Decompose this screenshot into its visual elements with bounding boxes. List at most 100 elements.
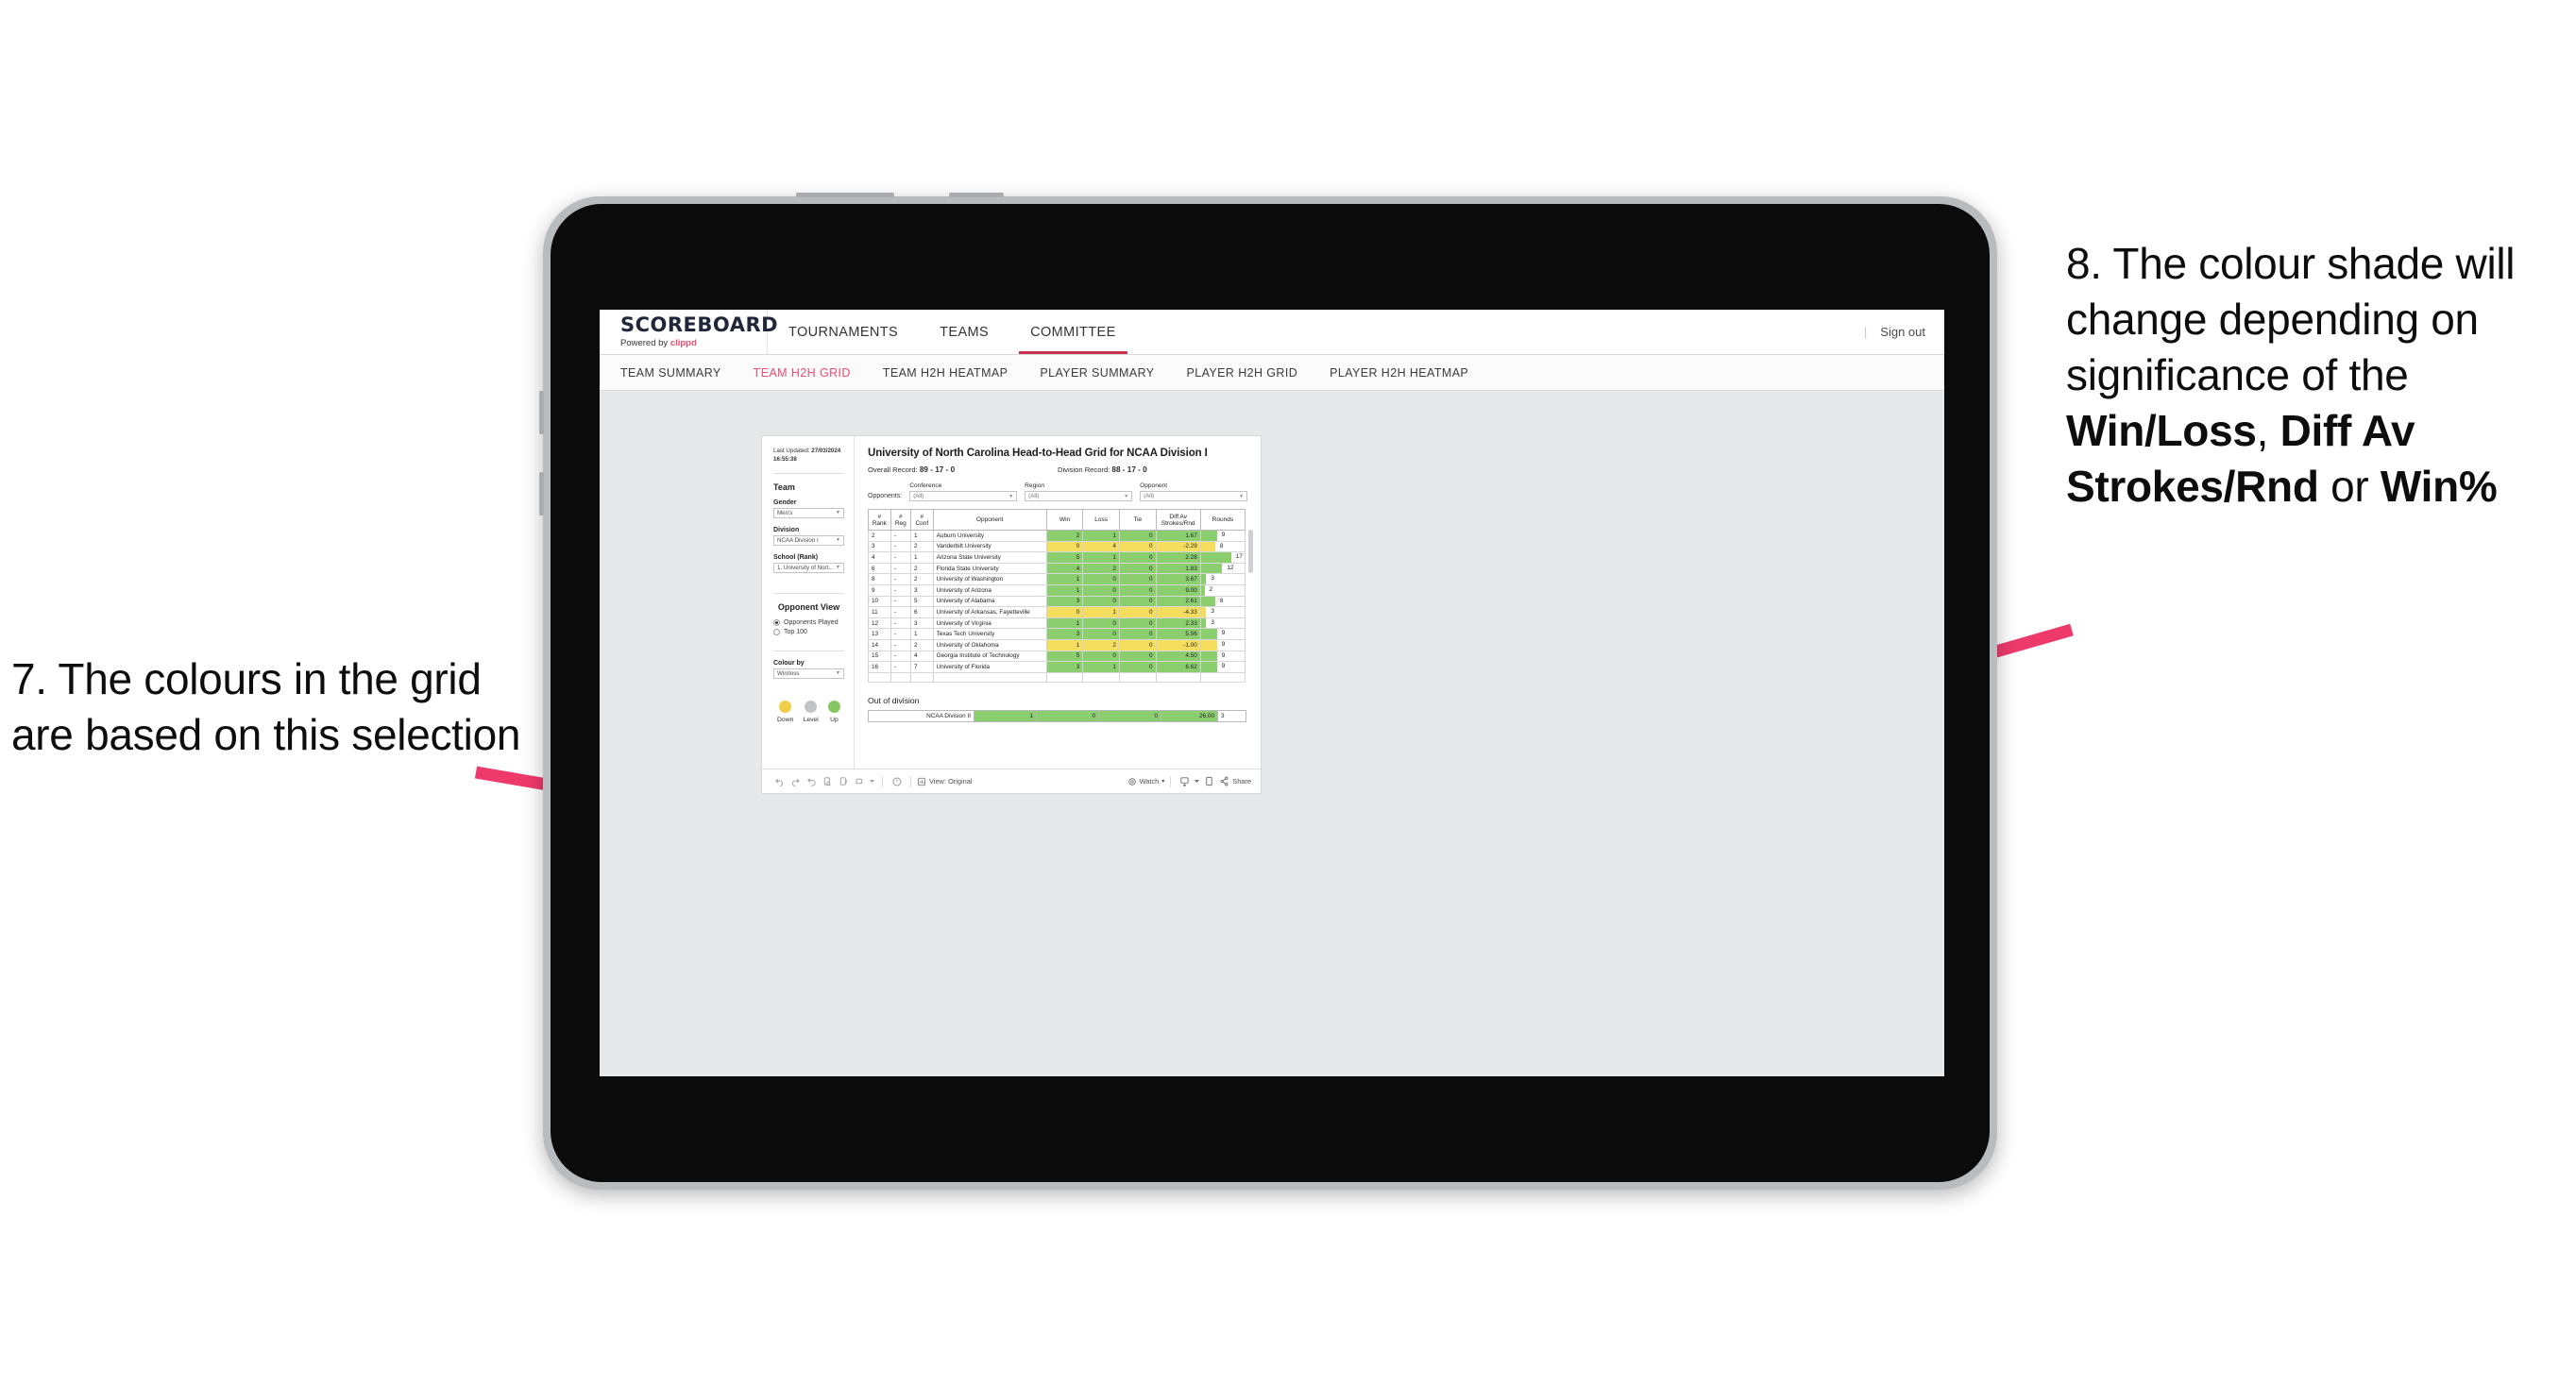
sidebar-heading-opponent-view: Opponent View <box>777 601 840 612</box>
rounds-bar <box>1200 639 1217 651</box>
topnav-item-teams[interactable]: TEAMS <box>919 310 1009 354</box>
revert-icon[interactable] <box>804 773 820 789</box>
app-logo[interactable]: SCOREBOARD Powered by clippd <box>600 310 778 354</box>
table-row[interactable]: 2-1 Auburn University 2 1 0 1.67 9 <box>868 530 1246 542</box>
table-row[interactable]: 9-3 University of Arizona 1 0 0 9.00 2 <box>868 584 1246 597</box>
watch-button[interactable]: Watch ▾ <box>1127 777 1164 786</box>
school-rank-value: 1. University of Nort... <box>777 564 834 571</box>
cell-tie: 0 <box>1118 584 1157 597</box>
share-button[interactable]: Share <box>1219 776 1251 786</box>
cell-opponent: Texas Tech University <box>932 628 1047 640</box>
subnav-item-team-summary[interactable]: TEAM SUMMARY <box>620 366 721 380</box>
tablet-device: SCOREBOARD Powered by clippd TOURNAMENTS… <box>539 193 1997 1190</box>
table-row[interactable]: 13-1 Texas Tech University 3 0 0 5.56 9 <box>868 628 1246 640</box>
radio-opponents-played[interactable]: Opponents Played <box>773 618 844 626</box>
subnav-item-team-h2h-heatmap[interactable]: TEAM H2H HEATMAP <box>883 366 1008 380</box>
filter-opponent-select[interactable]: (All) ▼ <box>1140 491 1248 501</box>
topnav-item-committee[interactable]: COMMITTEE <box>1009 310 1137 354</box>
overall-record: Overall Record: 89 - 17 - 0 <box>868 465 1058 474</box>
out-of-division-table: NCAA Division II 1 0 0 26.00 3 <box>868 710 1246 723</box>
col-rounds[interactable]: Rounds <box>1199 509 1246 531</box>
col-rank[interactable]: # Rank <box>868 509 891 531</box>
table-row[interactable]: 3-2 Vanderbilt University 0 4 0 -2.29 8 <box>868 541 1246 553</box>
topnav-item-tournaments[interactable]: TOURNAMENTS <box>768 310 919 354</box>
grid-scrollbar[interactable] <box>1248 530 1253 573</box>
table-row: NCAA Division II 1 0 0 26.00 3 <box>868 710 1246 723</box>
view-original-button[interactable]: View: Original <box>917 777 972 786</box>
table-row[interactable]: 14-2 University of Oklahoma 1 2 0 -1.00 9 <box>868 639 1246 651</box>
col-diff-av-strokes[interactable]: Diff Av Strokes/Rnd <box>1155 509 1201 531</box>
rounds-value: 8 <box>1219 597 1224 604</box>
alert-subscribe-icon[interactable] <box>852 773 868 789</box>
cell-diff-av-strokes: 5.56 <box>1155 628 1201 640</box>
col-opponent[interactable]: Opponent <box>932 509 1047 531</box>
col-rank-l2: Rank <box>872 519 887 527</box>
cell-reg: - <box>890 639 912 651</box>
filter-conference-select[interactable]: (All) ▼ <box>909 491 1018 501</box>
rounds-value: 9 <box>1221 640 1226 648</box>
table-row[interactable]: 4-1 Arizona State University 5 1 0 2.28 17 <box>868 551 1246 564</box>
cell-rank: 14 <box>868 639 891 651</box>
watch-label: Watch <box>1139 777 1160 786</box>
viz-toolbar: View: Original Watch ▾ Share <box>762 769 1261 793</box>
refresh-icon[interactable] <box>820 773 836 789</box>
gender-select[interactable]: Men's ▼ <box>773 507 844 518</box>
grid-empty-cell <box>868 672 891 684</box>
pause-icon[interactable] <box>836 773 852 789</box>
grid-empty-cell <box>1199 672 1246 684</box>
cell-tie: 0 <box>1118 541 1157 553</box>
device-layout-icon[interactable] <box>1201 773 1217 789</box>
subnav-item-player-summary[interactable]: PLAYER SUMMARY <box>1040 366 1154 380</box>
cell-loss: 4 <box>1082 541 1120 553</box>
division-record: Division Record: 88 - 17 - 0 <box>1058 465 1247 474</box>
legend-dot-down <box>779 700 792 713</box>
last-updated: Last Updated: 27/03/2024 16:55:38 <box>773 448 844 465</box>
cell-win: 5 <box>1045 551 1084 564</box>
chevron-down-icon[interactable] <box>1193 773 1201 789</box>
redo-icon[interactable] <box>788 773 804 789</box>
subnav-item-player-h2h-grid[interactable]: PLAYER H2H GRID <box>1187 366 1298 380</box>
rounds-bar <box>1200 531 1217 541</box>
subnav-item-player-h2h-heatmap[interactable]: PLAYER H2H HEATMAP <box>1330 366 1468 380</box>
division-select[interactable]: NCAA Division I ▼ <box>773 534 844 546</box>
table-row[interactable]: 15-4 Georgia Institute of Technology 5 0 0 4.… <box>868 651 1246 663</box>
pause-auto-update-icon[interactable] <box>889 773 905 789</box>
cell-conf: 1 <box>910 628 934 640</box>
table-row[interactable]: 6-2 Florida State University 4 2 0 1.83 12 <box>868 563 1246 575</box>
undo-icon[interactable] <box>771 773 788 789</box>
cell-diff-av-strokes: -4.33 <box>1155 606 1201 618</box>
table-row[interactable]: 11-6 University of Arkansas, Fayetteville… <box>868 606 1246 618</box>
chevron-down-icon: ▼ <box>836 510 840 516</box>
cell-tie: 0 <box>1118 573 1157 585</box>
school-rank-select[interactable]: 1. University of Nort... ▼ <box>773 562 844 573</box>
col-reg[interactable]: # Reg <box>890 509 912 531</box>
cell-opponent: Florida State University <box>932 563 1047 575</box>
rounds-bar <box>1200 563 1223 574</box>
sign-out-link[interactable]: Sign out <box>1880 325 1925 339</box>
col-win[interactable]: Win <box>1045 509 1084 531</box>
cell-win: 1 <box>1045 584 1084 597</box>
download-icon[interactable] <box>1177 773 1193 789</box>
col-tie[interactable]: Tie <box>1118 509 1157 531</box>
cell-conf: 1 <box>910 551 934 564</box>
chevron-down-icon[interactable] <box>868 773 876 789</box>
colour-by-select[interactable]: Win/loss ▼ <box>773 668 844 679</box>
cell-win: 3 <box>1045 628 1084 640</box>
subnav-item-team-h2h-grid[interactable]: TEAM H2H GRID <box>754 366 851 380</box>
table-row[interactable]: 12-3 University of Virginia 1 0 0 2.33 3 <box>868 617 1246 630</box>
table-row[interactable]: 10-5 University of Alabama 3 0 0 2.61 8 <box>868 596 1246 608</box>
col-loss[interactable]: Loss <box>1082 509 1120 531</box>
table-row[interactable]: 8-2 University of Washington 1 0 0 3.67 3 <box>868 573 1246 585</box>
filter-region-select[interactable]: (All) ▼ <box>1025 491 1133 501</box>
legend-item-level: Level <box>804 700 819 723</box>
rounds-bar <box>1200 596 1215 607</box>
cell-tie: 0 <box>1118 651 1157 663</box>
cell-loss: 0 <box>1082 628 1120 640</box>
col-conf[interactable]: # Conf <box>910 509 934 531</box>
cell-loss: 0 <box>1082 651 1120 663</box>
chevron-down-icon: ▼ <box>836 565 840 571</box>
table-row[interactable]: 16-7 University of Florida 3 1 0 6.62 9 <box>868 661 1246 673</box>
grid-empty-cell <box>890 672 912 684</box>
col-reg-l1: # <box>899 513 903 520</box>
radio-top-100[interactable]: Top 100 <box>773 628 844 635</box>
